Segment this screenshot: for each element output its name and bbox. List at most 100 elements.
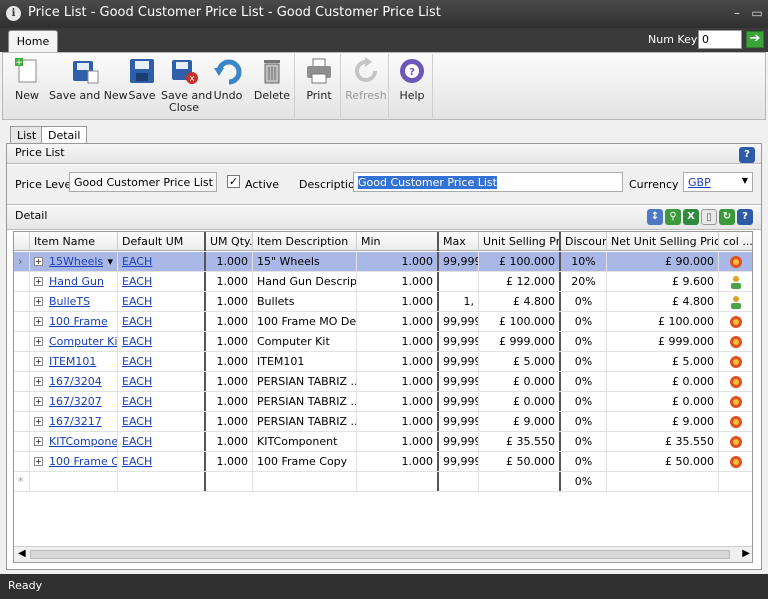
um-cell[interactable]: EACH (118, 312, 206, 331)
um-link[interactable]: EACH (122, 375, 152, 388)
new-row-cell[interactable] (439, 472, 479, 491)
filter-icon[interactable]: ⚲ (665, 209, 681, 225)
document-icon[interactable]: ▯ (701, 209, 717, 225)
column-header[interactable]: Item Name (30, 232, 118, 251)
table-row[interactable]: +ITEM101EACH1.000ITEM1011.00099,999,£ 5.… (14, 352, 752, 372)
item-name-cell[interactable]: +167/3207 (30, 392, 118, 411)
tab-list[interactable]: List (10, 126, 44, 144)
um-link[interactable]: EACH (122, 415, 152, 428)
column-header[interactable]: Item Description (253, 232, 357, 251)
item-name-cell[interactable]: + Hand Gun (30, 272, 118, 291)
item-link[interactable]: 167/3207 (49, 395, 102, 408)
um-cell[interactable]: EACH (118, 252, 206, 271)
refresh-grid-icon[interactable]: ↻ (719, 209, 735, 225)
um-cell[interactable]: EACH (118, 372, 206, 391)
table-row[interactable]: +100 Frame C... EACH 1.000100 Frame Copy1.… (14, 452, 752, 472)
um-link[interactable]: EACH (122, 255, 152, 268)
active-checkbox[interactable]: ✓ (227, 175, 240, 188)
item-link[interactable]: Computer Kit (49, 335, 117, 348)
tab-home[interactable]: Home (8, 30, 58, 52)
chevron-down-icon[interactable]: ▾ (107, 255, 113, 268)
help-button[interactable]: ? Help (394, 56, 430, 118)
expand-icon[interactable]: + (34, 417, 43, 426)
print-button[interactable]: Print (301, 56, 337, 118)
new-row-cell[interactable]: * (14, 472, 30, 491)
item-link[interactable]: 167/3204 (49, 375, 102, 388)
um-link[interactable]: EACH (122, 395, 152, 408)
um-cell[interactable]: EACH (118, 452, 206, 471)
column-header[interactable]: Net Unit Selling Price (607, 232, 719, 251)
new-row-cell[interactable] (118, 472, 206, 491)
item-name-cell[interactable]: +167/3204 (30, 372, 118, 391)
save-and-new-button[interactable]: Save and New (49, 56, 128, 118)
item-link[interactable]: 100 Frame (49, 315, 108, 328)
new-row-cell[interactable] (479, 472, 561, 491)
table-row[interactable]: +100 Frame EACH 1.000100 Frame MO Des...1.… (14, 312, 752, 332)
new-row-cell[interactable] (30, 472, 118, 491)
um-cell[interactable]: EACH (118, 272, 206, 291)
refresh-button[interactable]: Refresh (345, 56, 387, 118)
column-header[interactable]: Default UM (118, 232, 206, 251)
item-name-cell[interactable]: + BulleTS (30, 292, 118, 311)
detail-help-icon[interactable]: ? (737, 209, 753, 225)
column-header[interactable]: Unit Selling Price (479, 232, 561, 251)
item-link[interactable]: 100 Frame C... (49, 455, 117, 468)
table-row[interactable]: › +15Wheels ▾ EACH 1.000 15" Wheels 1.000 99,99… (14, 252, 752, 272)
expand-icon[interactable]: + (34, 357, 43, 366)
expand-icon[interactable]: + (34, 457, 43, 466)
scroll-left-icon[interactable]: ◀ (18, 548, 26, 559)
scroll-right-icon[interactable]: ▶ (742, 548, 750, 559)
um-link[interactable]: EACH (122, 275, 152, 288)
new-row[interactable]: * 0% (14, 472, 752, 492)
save-and-close-button[interactable]: x Save and Close (161, 56, 212, 118)
item-link[interactable]: KITComponent (49, 435, 117, 448)
item-link[interactable]: ITEM101 (49, 355, 96, 368)
new-row-cell[interactable] (206, 472, 253, 491)
currency-select[interactable]: GBP ▼ (683, 172, 753, 192)
item-link[interactable]: 167/3217 (49, 415, 102, 428)
item-name-cell[interactable]: + ITEM101 (30, 352, 118, 371)
item-name-cell[interactable]: +100 Frame C... (30, 452, 118, 471)
new-row-cell[interactable] (357, 472, 439, 491)
um-link[interactable]: EACH (122, 315, 152, 328)
um-cell[interactable]: EACH (118, 392, 206, 411)
item-name-cell[interactable]: + Computer Kit (30, 332, 118, 351)
minimize-button[interactable]: – (728, 5, 746, 21)
help-icon[interactable]: ? (739, 147, 755, 163)
table-row[interactable]: +167/3217 EACH 1.000 PERSIAN TABRIZ ... 1.00… (14, 412, 752, 432)
export-excel-icon[interactable]: X (683, 209, 699, 225)
save-button[interactable]: Save (125, 56, 159, 118)
um-link[interactable]: EACH (122, 355, 152, 368)
sort-icon[interactable]: ↕ (647, 209, 663, 225)
um-cell[interactable]: EACH (118, 412, 206, 431)
delete-button[interactable]: Delete (253, 56, 291, 118)
um-link[interactable]: EACH (122, 435, 152, 448)
item-name-cell[interactable]: +167/3217 (30, 412, 118, 431)
column-header[interactable]: Min (357, 232, 439, 251)
new-row-cell[interactable] (719, 472, 752, 491)
new-row-cell[interactable] (253, 472, 357, 491)
column-header[interactable]: Discount (561, 232, 607, 251)
price-level-field[interactable]: Good Customer Price List (69, 172, 217, 192)
item-name-cell[interactable]: +100 Frame (30, 312, 118, 331)
table-row[interactable]: +167/3207 EACH 1.000 PERSIAN TABRIZ ... 1.00… (14, 392, 752, 412)
new-row-cell[interactable]: 0% (561, 472, 607, 491)
item-link[interactable]: BulleTS (49, 295, 90, 308)
um-cell[interactable]: EACH (118, 432, 206, 451)
scroll-thumb[interactable] (30, 550, 730, 559)
um-link[interactable]: EACH (122, 335, 152, 348)
description-field[interactable]: Good Customer Price List (353, 172, 623, 192)
table-row[interactable]: + BulleTS EACH 1.000 Bullets 1.000 1, £ 4.800 0%… (14, 292, 752, 312)
expand-icon[interactable]: + (34, 257, 43, 266)
maximize-button[interactable]: ▭ (748, 5, 766, 21)
expand-icon[interactable]: + (34, 437, 43, 446)
num-key-input[interactable]: 0 (698, 30, 742, 49)
expand-icon[interactable]: + (34, 397, 43, 406)
column-header[interactable]: col ... (719, 232, 752, 251)
table-row[interactable]: + Computer Kit EACH 1.000 Computer Kit 1.000 9… (14, 332, 752, 352)
item-name-cell[interactable]: +15Wheels ▾ (30, 252, 118, 271)
expand-icon[interactable]: + (34, 317, 43, 326)
item-name-cell[interactable]: + KITComponent (30, 432, 118, 451)
expand-icon[interactable]: + (34, 377, 43, 386)
um-cell[interactable]: EACH (118, 332, 206, 351)
